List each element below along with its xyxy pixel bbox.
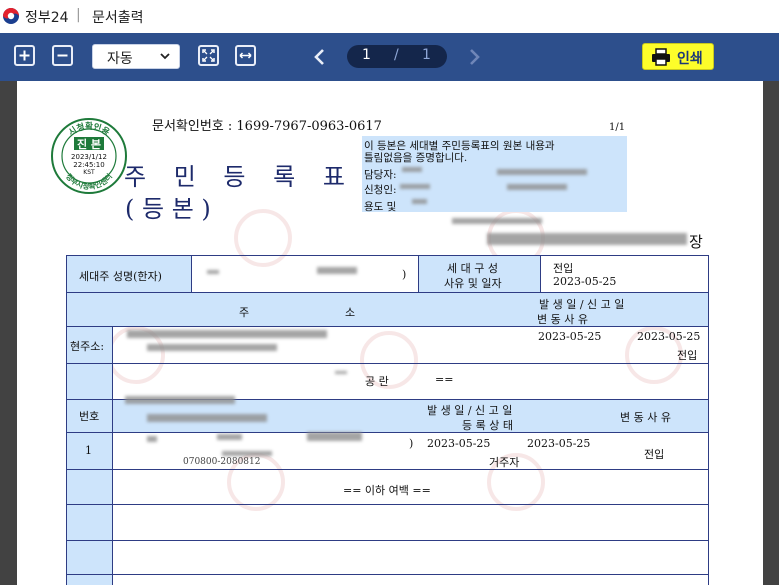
address-header: 주 xyxy=(239,306,250,319)
redacted-text xyxy=(487,233,687,245)
member-number-header: 번호 xyxy=(79,410,100,423)
window-title: 문서출력 xyxy=(92,10,144,26)
print-label: 인쇄 xyxy=(677,51,703,67)
zoom-out-button[interactable] xyxy=(52,45,73,66)
chevron-right-icon[interactable] xyxy=(466,48,482,66)
householder-label: 세대주 성명(한자) xyxy=(79,270,162,283)
fit-page-button[interactable] xyxy=(198,45,219,66)
date-header: 발 생 일 / 신 고 일 xyxy=(539,298,625,311)
authenticity-seal: 시청확인용 정부시청확인센터 진 본 2023/1/12 22:45:10 KS… xyxy=(51,118,127,194)
fit-width-icon xyxy=(239,52,252,59)
fit-page-icon xyxy=(202,49,215,62)
redacted-address xyxy=(127,330,327,338)
redacted-text xyxy=(400,184,430,189)
certification-line: 틀림없음을 증명합니다. xyxy=(364,152,468,164)
redacted-text xyxy=(307,432,362,441)
page-total: 1 xyxy=(422,47,431,63)
minus-box-icon xyxy=(57,54,68,57)
page-separator: / xyxy=(394,47,399,63)
redacted-text xyxy=(125,396,235,404)
address-header: 소 xyxy=(345,306,356,319)
composition-reason: 전입 xyxy=(553,262,574,275)
redacted-text xyxy=(412,199,427,204)
blank-equals: == xyxy=(435,373,454,386)
redacted-name xyxy=(317,267,357,274)
blank-note: == 이하 여백 == xyxy=(343,484,431,497)
member-date-header: 발 생 일 / 신 고 일 xyxy=(427,404,513,417)
document-title: 주 민 등 록 표 xyxy=(124,163,355,191)
applicant-label: 신청인: xyxy=(364,184,397,196)
current-address-label: 현주소: xyxy=(70,340,105,353)
address-reported-date: 2023-05-25 xyxy=(637,330,701,343)
redacted-text xyxy=(497,169,587,175)
seal-zone: KST xyxy=(83,169,95,176)
seal-main-text: 진 본 xyxy=(77,137,101,151)
redacted-text xyxy=(507,184,567,190)
redacted-text xyxy=(222,451,272,456)
zoom-value: 자동 xyxy=(107,51,133,67)
redacted-name xyxy=(147,436,157,442)
gov24-logo-icon xyxy=(3,8,19,24)
fit-width-button[interactable] xyxy=(235,45,256,66)
member-status-header: 등 록 상 태 xyxy=(462,419,513,432)
blank-marker: 공 란 xyxy=(365,375,389,388)
member-reason: 전입 xyxy=(644,448,665,461)
member-partial-id: 070800-2080812 xyxy=(183,457,261,467)
seal-time: 22:45:10 xyxy=(73,161,104,169)
title-bar: 정부24 | 문서출력 xyxy=(0,0,779,33)
paren-close: ) xyxy=(409,437,414,450)
redacted-text xyxy=(147,414,267,422)
document-number: 문서확인번호 : 1699-7967-0963-0617 xyxy=(152,119,382,134)
composition-label: 세 대 구 성 xyxy=(447,262,498,275)
chevron-left-icon[interactable] xyxy=(312,48,328,66)
paren-close: ) xyxy=(402,268,407,281)
redacted-text xyxy=(217,434,242,440)
member-reported-date: 2023-05-25 xyxy=(527,437,591,450)
purpose-label: 용도 및 xyxy=(364,201,397,213)
title-separator: | xyxy=(76,7,81,23)
plus-box-icon xyxy=(19,50,30,61)
redacted-name xyxy=(207,270,219,274)
page-fraction: 1/1 xyxy=(609,122,626,133)
redacted-address xyxy=(147,344,277,351)
redacted-text xyxy=(452,218,542,224)
composition-label: 사유 및 일자 xyxy=(444,277,502,290)
member-number: 1 xyxy=(85,444,92,457)
zoom-in-button[interactable] xyxy=(14,45,35,66)
composition-date: 2023-05-25 xyxy=(553,275,617,288)
resident-register-table: 세대주 성명(한자) ) 세 대 구 성 사유 및 일자 전입 2023-05-… xyxy=(66,255,709,585)
member-reason-header: 변 동 사 유 xyxy=(620,411,671,424)
issuer-suffix: 장 xyxy=(689,233,703,251)
page-current-input[interactable]: 1 xyxy=(362,47,371,63)
seal-date: 2023/1/12 xyxy=(71,153,107,161)
chevron-down-icon xyxy=(160,53,170,60)
address-reason: 전입 xyxy=(677,349,698,362)
redacted-text xyxy=(402,167,422,172)
reason-header: 변 동 사 유 xyxy=(537,313,588,326)
app-title: 정부24 xyxy=(25,10,69,26)
printer-icon xyxy=(652,48,670,66)
document-subtitle: ( 등 본 ) xyxy=(125,195,211,223)
redacted-text xyxy=(335,371,347,374)
member-status: 거주자 xyxy=(489,456,520,469)
member-occurred-date: 2023-05-25 xyxy=(427,437,491,450)
page-indicator: 1 / 1 xyxy=(347,45,447,68)
document-page: 문서확인번호 : 1699-7967-0963-0617 1/1 시청확인용 정… xyxy=(17,81,763,585)
address-occurred-date: 2023-05-25 xyxy=(538,330,602,343)
print-button[interactable]: 인쇄 xyxy=(642,43,714,70)
zoom-select[interactable]: 자동 xyxy=(92,44,180,69)
handler-label: 담당자: xyxy=(364,169,397,181)
